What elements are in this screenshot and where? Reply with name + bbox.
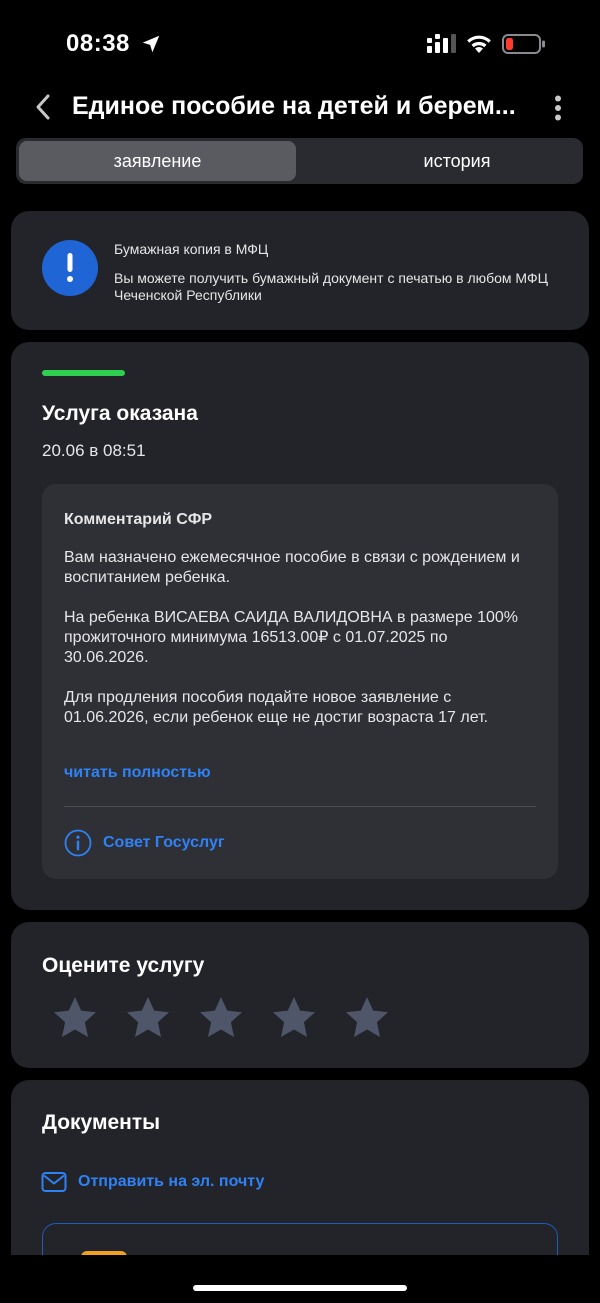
star-icon[interactable] xyxy=(124,994,172,1042)
tabs: заявление история xyxy=(16,138,583,184)
back-button[interactable] xyxy=(26,90,60,124)
wifi-icon xyxy=(467,35,491,53)
tab-application[interactable]: заявление xyxy=(19,141,296,181)
send-email-label: Отправить на эл. почту xyxy=(78,1173,265,1190)
location-arrow-icon xyxy=(142,35,160,53)
rating-title: Оцените услугу xyxy=(42,954,205,977)
comment-paragraph: На ребенка ВИСАЕВА САИДА ВАЛИДОВНА в раз… xyxy=(64,609,518,666)
star-icon[interactable] xyxy=(343,994,391,1042)
home-indicator[interactable] xyxy=(193,1285,407,1291)
divider xyxy=(64,806,536,807)
star-rating xyxy=(51,994,416,1042)
star-icon[interactable] xyxy=(51,994,99,1042)
bottom-safe-area xyxy=(0,1255,600,1303)
info-title: Бумажная копия в МФЦ xyxy=(114,241,269,257)
advice-label: Совет Госуслуг xyxy=(103,834,225,851)
comment-paragraph: Вам назначено ежемесячное пособие в связ… xyxy=(64,549,520,586)
comment-title: Комментарий СФР xyxy=(64,511,213,528)
info-circle-icon xyxy=(64,829,92,857)
status-time: 08:38 xyxy=(66,30,130,57)
battery-low-icon xyxy=(502,34,545,54)
info-text: Вы можете получить бумажный документ с п… xyxy=(114,270,548,303)
more-vertical-icon xyxy=(555,95,561,121)
send-email-link[interactable]: Отправить на эл. почту xyxy=(41,1169,264,1195)
comment-paragraph: Для продления пособия подайте новое заяв… xyxy=(64,689,489,726)
status-date: 20.06 в 08:51 xyxy=(42,441,146,460)
chevron-left-icon xyxy=(36,94,50,120)
star-icon[interactable] xyxy=(270,994,318,1042)
paper-copy-info-card: Бумажная копия в МФЦ Вы можете получить … xyxy=(11,211,589,330)
status-title: Услуга оказана xyxy=(42,402,198,425)
page-title: Единое пособие на детей и берем... xyxy=(72,92,516,120)
documents-title: Документы xyxy=(42,1111,161,1134)
gosuslugi-advice-link[interactable]: Совет Госуслуг xyxy=(64,828,225,858)
service-status-card: Услуга оказана 20.06 в 08:51 Комментарий… xyxy=(11,342,589,910)
star-icon[interactable] xyxy=(197,994,245,1042)
envelope-icon xyxy=(41,1172,67,1192)
cellular-signal-icon xyxy=(427,34,456,53)
comment-box: Комментарий СФР Вам назначено ежемесячно… xyxy=(42,484,558,879)
top-app-bar: Единое пособие на детей и берем... xyxy=(0,80,600,136)
exclamation-icon xyxy=(42,240,98,296)
tab-history[interactable]: история xyxy=(314,141,600,181)
rating-card: Оцените услугу xyxy=(11,922,589,1068)
read-more-link[interactable]: читать полностью xyxy=(64,764,211,782)
more-options-button[interactable] xyxy=(546,92,570,124)
status-progress-indicator xyxy=(42,370,125,376)
status-bar: 08:38 xyxy=(0,0,600,80)
